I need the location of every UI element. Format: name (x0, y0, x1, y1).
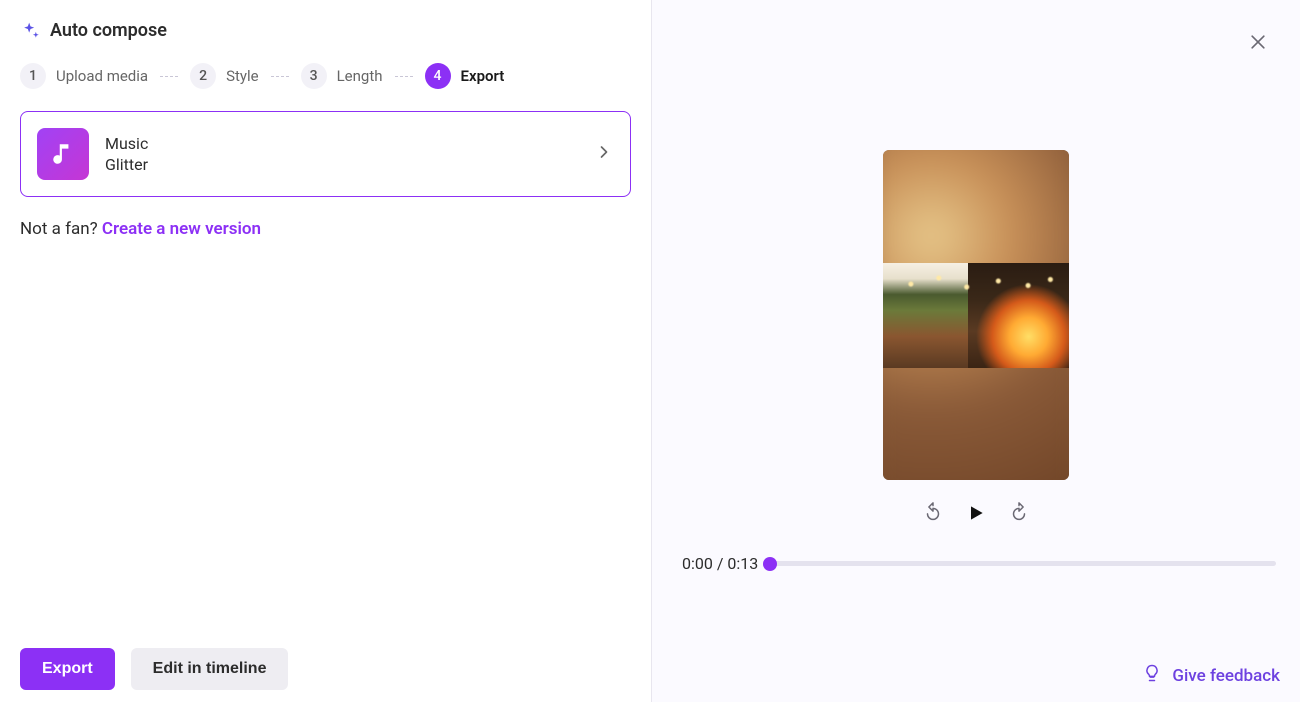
header-row: Auto compose (20, 20, 631, 41)
total-time: 0:13 (727, 554, 758, 573)
preview-frame (883, 263, 1069, 368)
step-length[interactable]: 3 Length (301, 63, 383, 89)
forward-button[interactable] (1008, 502, 1030, 524)
right-panel: 0:00 / 0:13 Give feedback (652, 0, 1300, 702)
timeline: 0:00 / 0:13 (682, 554, 1276, 573)
play-icon (966, 503, 986, 523)
step-separator (160, 76, 178, 77)
steps-row: 1 Upload media 2 Style 3 Length 4 Export (20, 63, 631, 89)
play-button[interactable] (966, 503, 986, 523)
step-separator (271, 76, 289, 77)
edit-in-timeline-button[interactable]: Edit in timeline (131, 648, 289, 690)
player-controls (922, 502, 1030, 524)
music-icon (37, 128, 89, 180)
rewind-icon (922, 502, 944, 524)
seek-thumb[interactable] (763, 557, 777, 571)
feedback-label: Give feedback (1172, 666, 1280, 686)
music-name: Glitter (105, 155, 578, 174)
current-time: 0:00 (682, 554, 713, 573)
music-label: Music (105, 134, 578, 153)
step-label: Length (337, 67, 383, 85)
not-fan-row: Not a fan? Create a new version (20, 219, 631, 239)
step-separator (395, 76, 413, 77)
close-icon (1248, 32, 1268, 52)
chevron-right-icon (594, 142, 614, 166)
give-feedback-button[interactable]: Give feedback (1142, 663, 1280, 688)
time-label: 0:00 / 0:13 (682, 554, 758, 573)
rewind-button[interactable] (922, 502, 944, 524)
left-panel: Auto compose 1 Upload media 2 Style 3 Le… (0, 0, 652, 702)
seek-track[interactable] (770, 561, 1276, 566)
forward-icon (1008, 502, 1030, 524)
step-number: 1 (20, 63, 46, 89)
bottom-bar: Export Edit in timeline (20, 648, 288, 690)
export-button[interactable]: Export (20, 648, 115, 690)
music-text: Music Glitter (105, 134, 578, 174)
step-number: 2 (190, 63, 216, 89)
time-separator: / (713, 554, 728, 573)
step-label: Export (461, 67, 505, 85)
create-new-version-link[interactable]: Create a new version (102, 219, 261, 239)
step-export[interactable]: 4 Export (425, 63, 505, 89)
lightbulb-icon (1142, 663, 1162, 688)
page-title: Auto compose (50, 20, 167, 41)
step-upload-media[interactable]: 1 Upload media (20, 63, 148, 89)
step-label: Style (226, 67, 259, 85)
close-button[interactable] (1244, 28, 1272, 56)
step-label: Upload media (56, 67, 148, 85)
step-number: 3 (301, 63, 327, 89)
not-fan-text: Not a fan? (20, 219, 102, 239)
step-number: 4 (425, 63, 451, 89)
music-card[interactable]: Music Glitter (20, 111, 631, 197)
step-style[interactable]: 2 Style (190, 63, 259, 89)
video-preview[interactable] (883, 150, 1069, 480)
sparkle-icon (20, 21, 40, 41)
